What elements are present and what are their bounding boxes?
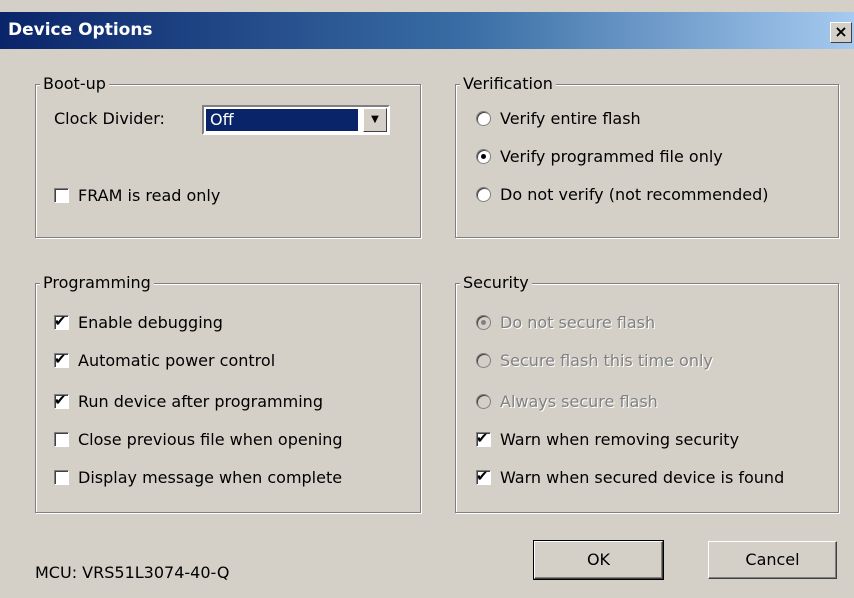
checkbox-icon	[54, 470, 69, 485]
checkbox-label: Display message when complete	[78, 468, 343, 487]
enable-debugging-checkbox[interactable]: ✔ Enable debugging	[54, 312, 223, 332]
radio-selected-icon	[476, 149, 491, 164]
radio-selected-icon	[476, 315, 491, 330]
checkbox-checked-icon: ✔	[54, 391, 69, 409]
warn-secured-device-checkbox[interactable]: ✔ Warn when secured device is found	[476, 467, 785, 487]
radio-icon	[476, 353, 491, 368]
programming-legend: Programming	[40, 273, 154, 292]
warn-removing-security-checkbox[interactable]: ✔ Warn when removing security	[476, 429, 740, 449]
display-message-checkbox[interactable]: Display message when complete	[54, 468, 342, 487]
ok-button[interactable]: OK	[533, 540, 664, 580]
fram-label: FRAM is read only	[78, 186, 221, 205]
checkbox-label: Automatic power control	[78, 351, 276, 370]
verify-entire-flash-radio[interactable]: Verify entire flash	[476, 109, 641, 128]
device-options-dialog: Device Options × Boot-up Clock Divider: …	[0, 0, 854, 598]
radio-label: Verify entire flash	[500, 109, 641, 128]
checkbox-icon	[54, 188, 69, 203]
checkbox-label: Warn when removing security	[500, 430, 740, 449]
close-button[interactable]: ×	[830, 22, 852, 43]
always-secure-flash-radio[interactable]: Always secure flash	[476, 392, 658, 411]
chevron-down-icon[interactable]: ▼	[363, 108, 387, 132]
cancel-button[interactable]: Cancel	[708, 541, 837, 579]
checkbox-label: Run device after programming	[78, 392, 323, 411]
radio-label: Verify programmed file only	[500, 147, 723, 166]
verification-legend: Verification	[460, 74, 556, 93]
checkbox-checked-icon: ✔	[476, 467, 491, 485]
checkbox-label: Close previous file when opening	[78, 430, 343, 449]
mcu-status-text: MCU: VRS51L3074-40-Q	[35, 563, 230, 582]
radio-icon	[476, 187, 491, 202]
clock-divider-label: Clock Divider:	[54, 109, 165, 128]
close-previous-file-checkbox[interactable]: Close previous file when opening	[54, 430, 343, 449]
automatic-power-control-checkbox[interactable]: ✔ Automatic power control	[54, 350, 276, 370]
checkbox-icon	[54, 432, 69, 447]
checkbox-checked-icon: ✔	[476, 429, 491, 447]
radio-label: Do not secure flash	[500, 313, 656, 332]
bootup-legend: Boot-up	[40, 74, 109, 93]
dialog-title: Device Options	[8, 20, 153, 40]
radio-icon	[476, 394, 491, 409]
fram-readonly-checkbox[interactable]: FRAM is read only	[54, 186, 220, 205]
title-bar[interactable]: Device Options ×	[0, 12, 854, 49]
clock-divider-select[interactable]: Off ▼	[202, 105, 390, 135]
radio-icon	[476, 111, 491, 126]
radio-label: Do not verify (not recommended)	[500, 185, 769, 204]
secure-flash-this-time-radio[interactable]: Secure flash this time only	[476, 351, 713, 370]
do-not-verify-radio[interactable]: Do not verify (not recommended)	[476, 185, 768, 204]
radio-label: Always secure flash	[500, 392, 658, 411]
close-icon: ×	[834, 22, 848, 41]
security-legend: Security	[460, 273, 532, 292]
checkbox-checked-icon: ✔	[54, 312, 69, 330]
do-not-secure-flash-radio[interactable]: Do not secure flash	[476, 313, 655, 332]
run-device-after-programming-checkbox[interactable]: ✔ Run device after programming	[54, 391, 323, 411]
radio-label: Secure flash this time only	[500, 351, 713, 370]
checkbox-label: Enable debugging	[78, 313, 223, 332]
checkbox-label: Warn when secured device is found	[500, 468, 785, 487]
checkbox-checked-icon: ✔	[54, 350, 69, 368]
clock-divider-value: Off	[206, 109, 358, 131]
verify-programmed-file-radio[interactable]: Verify programmed file only	[476, 147, 723, 166]
